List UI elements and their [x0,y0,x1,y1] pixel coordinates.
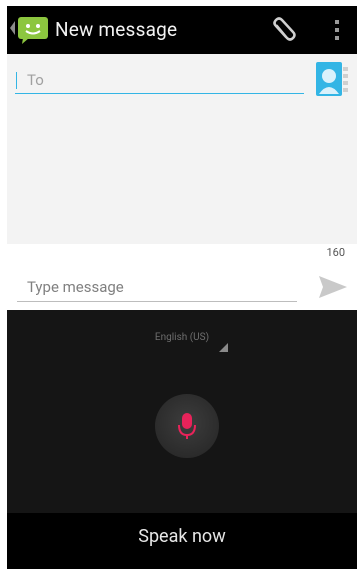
paperclip-icon[interactable] [269,16,299,46]
back-caret-icon[interactable] [10,21,15,35]
send-icon[interactable] [319,276,347,298]
voice-input-panel: English (US) Speak now [7,310,357,569]
action-bar: New message [7,6,357,54]
language-selector[interactable]: English (US) [7,332,357,343]
speak-now-bar: Speak now [7,513,357,569]
message-input[interactable] [17,272,297,302]
message-bar: 160 [7,244,357,310]
messaging-app-icon[interactable] [17,16,49,44]
recipient-area [7,54,357,244]
microphone-button[interactable] [155,394,219,458]
char-counter: 160 [326,246,345,259]
page-title: New message [55,18,178,41]
overflow-menu-icon[interactable] [333,18,341,44]
language-dropdown-icon[interactable] [219,343,228,352]
to-input[interactable] [15,66,304,94]
microphone-icon [178,413,196,439]
text-cursor [16,72,17,89]
contact-picker-icon[interactable] [316,62,350,98]
speak-now-label: Speak now [138,526,226,547]
phone-screen: New message 160 English (US) [7,6,357,569]
